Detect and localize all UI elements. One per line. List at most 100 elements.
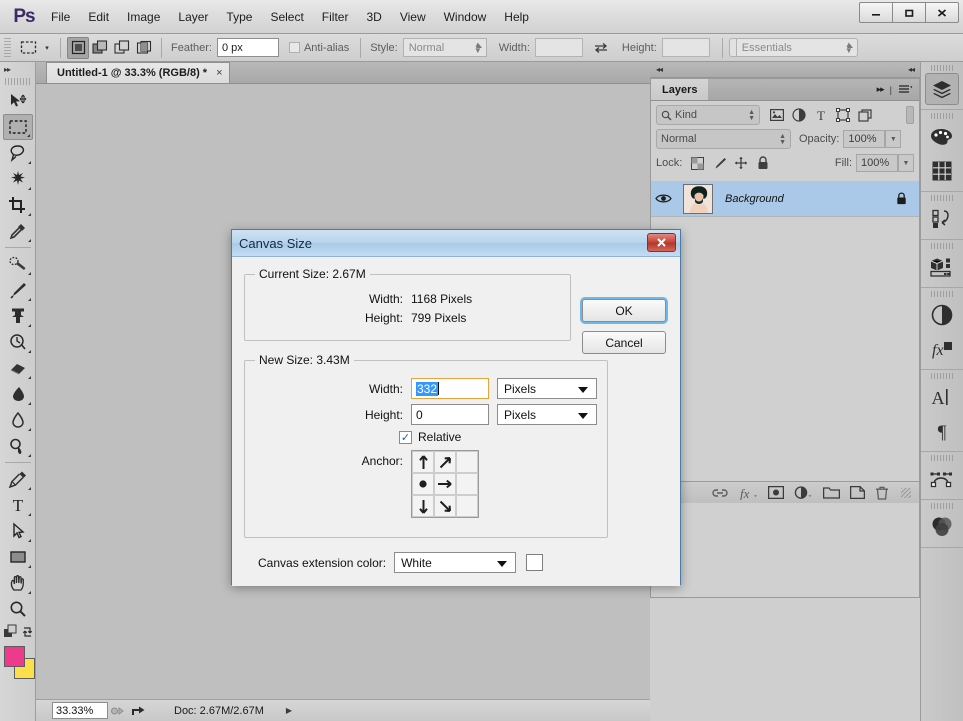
channels-panel-icon[interactable] — [925, 511, 959, 543]
paths-panel-icon[interactable] — [925, 463, 959, 495]
delete-layer-icon[interactable] — [875, 486, 889, 500]
tool-preset-chevron-down-icon[interactable]: ▾ — [40, 38, 54, 58]
collapse-panel-icon[interactable]: ▸▸ — [877, 84, 885, 95]
type-layer-filter-icon[interactable]: T — [810, 105, 832, 125]
blend-mode-select[interactable]: Normal ▲ ▼ — [656, 129, 791, 149]
swatches-panel-icon[interactable] — [925, 155, 959, 187]
options-bar-grip[interactable] — [4, 37, 11, 58]
crop-tool[interactable] — [3, 192, 33, 218]
anchor-cell-middle-left[interactable] — [412, 473, 434, 495]
dock-collapse-left-icon[interactable]: ◂◂ — [656, 65, 663, 74]
styles-panel-icon[interactable]: fx — [925, 333, 959, 365]
eraser-tool[interactable] — [3, 355, 33, 381]
dialog-close-button[interactable] — [647, 233, 676, 252]
shape-layer-filter-icon[interactable] — [832, 105, 854, 125]
layers-panel-icon[interactable] — [925, 73, 959, 105]
status-menu-arrow-icon[interactable]: ▶ — [286, 706, 292, 715]
menu-help[interactable]: Help — [495, 0, 538, 33]
rectangle-tool[interactable] — [3, 544, 33, 570]
pen-tool[interactable] — [3, 466, 33, 492]
menu-3d[interactable]: 3D — [357, 0, 390, 33]
dodge-tool[interactable] — [3, 433, 33, 459]
width-input[interactable] — [534, 38, 583, 57]
3d-panel-icon[interactable] — [925, 251, 959, 283]
lock-transparent-pixels-icon[interactable] — [686, 153, 708, 173]
zoom-tool[interactable] — [3, 596, 33, 622]
lasso-tool[interactable] — [3, 140, 33, 166]
anchor-cell-top-right[interactable] — [456, 451, 478, 473]
add-to-selection-button[interactable] — [89, 37, 111, 59]
anchor-cell-top-center[interactable] — [434, 451, 456, 473]
menu-view[interactable]: View — [391, 0, 435, 33]
new-height-input[interactable]: 0 — [411, 404, 489, 425]
dialog-title-bar[interactable]: Canvas Size — [232, 230, 680, 257]
anti-alias-checkbox[interactable]: Anti-alias — [288, 42, 349, 54]
minimize-button[interactable] — [859, 2, 893, 23]
rail-grip[interactable] — [931, 373, 953, 379]
smart-object-filter-icon[interactable] — [854, 105, 876, 125]
height-input[interactable] — [661, 38, 710, 57]
anti-alias-checkbox-box[interactable] — [288, 42, 300, 53]
menu-image[interactable]: Image — [118, 0, 169, 33]
subtract-from-selection-button[interactable] — [111, 37, 133, 59]
panel-menu-icon[interactable] — [898, 84, 913, 95]
tab-layers[interactable]: Layers — [651, 79, 709, 100]
anchor-cell-bottom-right[interactable] — [456, 495, 478, 517]
foreground-color-swatch[interactable] — [3, 646, 25, 667]
new-selection-button[interactable] — [67, 36, 89, 59]
fill-scrubber-chevron-down-icon[interactable]: ▼ — [898, 154, 914, 172]
menu-window[interactable]: Window — [435, 0, 496, 33]
anchor-cell-middle-center[interactable] — [434, 473, 456, 495]
anchor-cell-bottom-left[interactable] — [412, 495, 434, 517]
history-brush-tool[interactable] — [3, 329, 33, 355]
panel-resize-grip[interactable] — [901, 487, 911, 498]
ok-button[interactable]: OK — [582, 299, 666, 322]
swap-width-height-icon[interactable] — [589, 38, 613, 58]
pixel-layer-filter-icon[interactable] — [766, 105, 788, 125]
anchor-cell-top-left[interactable] — [412, 451, 434, 473]
adjustments-panel-icon[interactable] — [925, 299, 959, 331]
intersect-with-selection-button[interactable] — [133, 37, 155, 59]
menu-select[interactable]: Select — [261, 0, 312, 33]
brush-tool[interactable] — [3, 277, 33, 303]
filter-toggle-switch[interactable] — [906, 106, 914, 124]
new-layer-icon[interactable] — [850, 486, 865, 499]
rail-grip[interactable] — [931, 503, 953, 509]
magic-wand-tool[interactable] — [3, 166, 33, 192]
move-tool[interactable] — [3, 88, 33, 114]
rail-grip[interactable] — [931, 243, 953, 249]
blur-tool[interactable] — [3, 407, 33, 433]
spot-healing-brush-tool[interactable] — [3, 251, 33, 277]
maximize-button[interactable] — [892, 2, 926, 23]
relative-checkbox[interactable]: ✓ — [399, 430, 412, 444]
rail-grip[interactable] — [931, 65, 953, 71]
rail-grip[interactable] — [931, 195, 953, 201]
menu-type[interactable]: Type — [217, 0, 261, 33]
lock-all-icon[interactable] — [752, 153, 774, 173]
layer-row-background[interactable]: Background — [651, 181, 919, 217]
layer-name[interactable]: Background — [725, 193, 896, 205]
style-select[interactable]: Normal ▲ ▼ — [402, 38, 487, 57]
lock-image-pixels-icon[interactable] — [708, 153, 730, 173]
anchor-cell-bottom-center[interactable] — [434, 495, 456, 517]
gradient-tool[interactable] — [3, 381, 33, 407]
close-button[interactable] — [925, 2, 959, 23]
opacity-scrubber-chevron-down-icon[interactable]: ▼ — [885, 130, 902, 148]
history-panel-icon[interactable] — [925, 203, 959, 235]
new-height-unit-select[interactable]: Pixels — [497, 404, 597, 425]
fill-value[interactable]: 100% — [856, 154, 898, 172]
lock-position-icon[interactable] — [730, 153, 752, 173]
feather-input[interactable]: 0 px — [216, 38, 279, 57]
share-icon[interactable] — [128, 702, 148, 719]
menu-edit[interactable]: Edit — [79, 0, 118, 33]
eyedropper-tool[interactable] — [3, 218, 33, 244]
paragraph-panel-icon[interactable]: ¶ — [925, 415, 959, 447]
workspace-select[interactable]: Essentials ▲ ▼ — [735, 38, 858, 57]
adjustment-layer-filter-icon[interactable] — [788, 105, 810, 125]
clone-stamp-tool[interactable] — [3, 303, 33, 329]
menu-layer[interactable]: Layer — [169, 0, 217, 33]
dock-collapse-right-icon[interactable]: ◂◂ — [908, 65, 915, 74]
proof-colors-icon[interactable] — [108, 702, 128, 719]
cancel-button[interactable]: Cancel — [582, 331, 666, 354]
rail-grip[interactable] — [931, 455, 953, 461]
